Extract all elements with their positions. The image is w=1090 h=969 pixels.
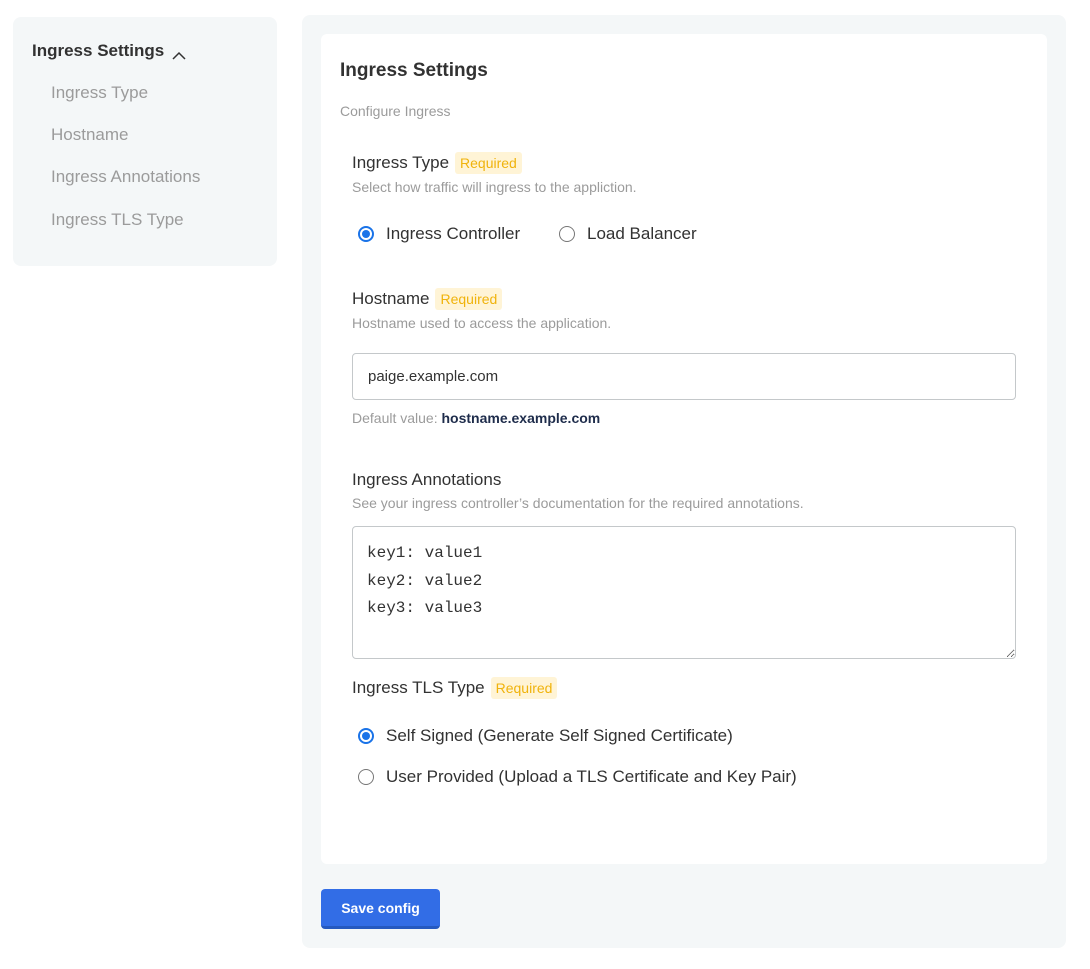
sidebar-nav: Ingress Settings Ingress Type Hostname I… [13,17,277,266]
sidebar-item-ingress-annotations[interactable]: Ingress Annotations [51,167,200,187]
annotations-label: Ingress Annotations [352,470,501,490]
required-badge: Required [435,288,503,310]
sidebar-item-ingress-type[interactable]: Ingress Type [51,83,148,103]
radio-label: Self Signed (Generate Self Signed Certif… [386,726,733,745]
hostname-default-value: Default value: hostname.example.com [352,410,600,426]
default-value-text: hostname.example.com [441,410,601,426]
sidebar-group-ingress-settings[interactable]: Ingress Settings [32,41,186,61]
tls-type-label-text: Ingress TLS Type [352,678,485,697]
sidebar-item-ingress-tls-type[interactable]: Ingress TLS Type [51,210,184,230]
default-value-prefix: Default value: [352,410,438,426]
ingress-type-label-text: Ingress Type [352,153,450,172]
ingress-type-help: Select how traffic will ingress to the a… [352,179,637,195]
sidebar-header-label: Ingress Settings [32,41,165,60]
config-panel: Ingress Settings Configure Ingress Ingre… [302,15,1066,948]
annotations-textarea[interactable]: key1: value1 key2: value2 key3: value3 [352,526,1016,659]
radio-label: User Provided (Upload a TLS Certificate … [386,767,797,786]
radio-unchecked-icon[interactable] [358,769,374,785]
save-config-button[interactable]: Save config [321,889,440,929]
radio-load-balancer[interactable]: Load Balancer [559,224,697,244]
radio-user-provided[interactable]: User Provided (Upload a TLS Certificate … [358,767,797,787]
radio-self-signed[interactable]: Self Signed (Generate Self Signed Certif… [358,726,733,746]
page-subtitle: Configure Ingress [340,103,451,119]
radio-label: Ingress Controller [386,224,521,243]
settings-card: Ingress Settings Configure Ingress Ingre… [321,34,1047,864]
hostname-input[interactable] [352,353,1016,400]
hostname-help: Hostname used to access the application. [352,315,612,331]
sidebar-item-hostname[interactable]: Hostname [51,125,128,145]
radio-unchecked-icon[interactable] [559,226,575,242]
page-title: Ingress Settings [340,60,488,81]
radio-label: Load Balancer [587,224,697,243]
tls-type-label: Ingress TLS Type Required [352,677,558,699]
radio-ingress-controller[interactable]: Ingress Controller [358,224,520,244]
chevron-up-icon [172,46,186,60]
ingress-type-label: Ingress Type Required [352,152,522,174]
hostname-label: Hostname Required [352,288,503,310]
radio-checked-icon[interactable] [358,728,374,744]
radio-checked-icon[interactable] [358,226,374,242]
annotations-label-text: Ingress Annotations [352,470,502,489]
annotations-help: See your ingress controller’s documentat… [352,495,804,511]
hostname-label-text: Hostname [352,289,430,308]
required-badge: Required [490,677,558,699]
required-badge: Required [455,152,522,174]
